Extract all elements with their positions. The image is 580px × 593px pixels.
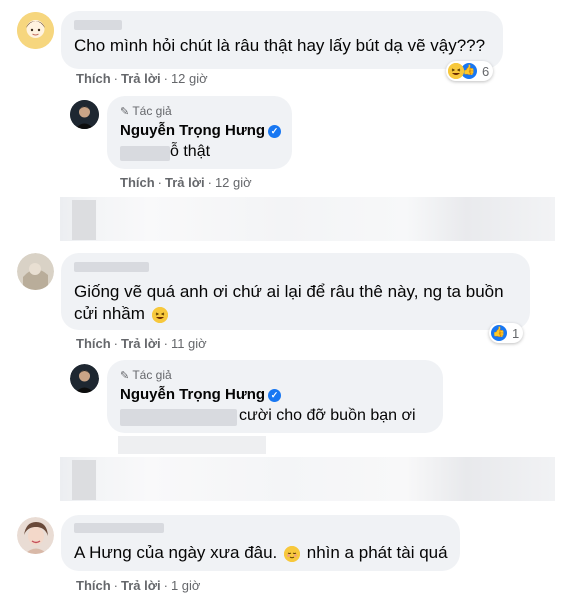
reply-action[interactable]: Trả lời — [121, 71, 161, 86]
reply-bubble: ✎ Tác giả Nguyễn Trọng Hưng ✓ ỗ thật — [107, 96, 292, 169]
verified-icon: ✓ — [268, 389, 282, 402]
reaction-summary[interactable]: 👍 6 — [446, 61, 494, 81]
like-icon: 👍 — [491, 325, 507, 341]
comment-text: A Hưng của ngày xưa đâu. nhìn a phát tài… — [74, 543, 448, 562]
laughing-emoji-icon — [151, 306, 168, 323]
reply-actions: Thích · Trả lời · 12 giờ — [120, 175, 252, 190]
author-name[interactable]: Nguyễn Trọng Hưng ✓ — [120, 122, 282, 139]
comment-text-line1: Giống vẽ quá anh ơi chứ ai lại để râu th… — [74, 282, 504, 301]
blurred-username — [74, 262, 149, 272]
comment-text-line2: cửi nhầm — [74, 304, 168, 324]
author-badge: ✎ Tác giả — [120, 368, 172, 382]
author-badge: ✎ Tác giả — [120, 104, 172, 118]
reply-action[interactable]: Trả lời — [121, 578, 161, 593]
laughing-emoji-icon — [448, 63, 464, 79]
avatar[interactable] — [17, 253, 54, 290]
reply-action[interactable]: Trả lời — [165, 175, 205, 190]
author-avatar[interactable] — [70, 364, 99, 393]
comment-time[interactable]: 1 giờ — [171, 578, 201, 593]
reply-bubble: ✎ Tác giả Nguyễn Trọng Hưng ✓ cười cho đỡ… — [107, 360, 443, 433]
blurred-username — [74, 20, 122, 30]
author-name[interactable]: Nguyễn Trọng Hưng ✓ — [120, 386, 282, 403]
reply-text: cười cho đỡ buồn bạn ơi — [239, 407, 416, 424]
like-action[interactable]: Thích — [76, 336, 111, 351]
avatar[interactable] — [17, 517, 54, 554]
comment-text: Cho mình hỏi chút là râu thật hay lấy bú… — [74, 36, 486, 55]
reply-action[interactable]: Trả lời — [121, 336, 161, 351]
comment-actions: Thích · Trả lời · 1 giờ — [76, 578, 201, 593]
comment-actions: Thích · Trả lời · 12 giờ — [76, 71, 208, 86]
comment-bubble: Giống vẽ quá anh ơi chứ ai lại để râu th… — [61, 253, 530, 330]
blurred-text — [120, 146, 170, 161]
blurred-block — [72, 200, 96, 240]
author-avatar[interactable] — [70, 100, 99, 129]
reply-time[interactable]: 12 giờ — [215, 175, 252, 190]
blurred-block — [72, 460, 96, 500]
avatar[interactable] — [17, 12, 54, 49]
like-action[interactable]: Thích — [76, 71, 111, 86]
blurred-region — [60, 457, 555, 501]
blurred-text — [120, 409, 237, 426]
blurred-username — [74, 523, 164, 533]
comment-bubble: Cho mình hỏi chút là râu thật hay lấy bú… — [61, 11, 503, 69]
comment-time[interactable]: 11 giờ — [171, 336, 207, 351]
reaction-count: 1 — [512, 325, 520, 341]
relieved-emoji-icon — [284, 545, 301, 562]
reply-text: ỗ thật — [170, 143, 211, 160]
reaction-count: 6 — [482, 63, 490, 79]
comment-time[interactable]: 12 giờ — [171, 71, 208, 86]
blurred-region — [60, 197, 555, 241]
like-action[interactable]: Thích — [76, 578, 111, 593]
comment-actions: Thích · Trả lời · 11 giờ — [76, 336, 207, 351]
reaction-summary[interactable]: 👍 1 — [489, 323, 524, 343]
like-action[interactable]: Thích — [120, 175, 155, 190]
pencil-icon: ✎ — [120, 370, 130, 382]
blurred-block — [118, 436, 266, 454]
verified-icon: ✓ — [268, 125, 282, 138]
pencil-icon: ✎ — [120, 106, 130, 118]
comment-bubble: A Hưng của ngày xưa đâu. nhìn a phát tài… — [61, 515, 460, 571]
